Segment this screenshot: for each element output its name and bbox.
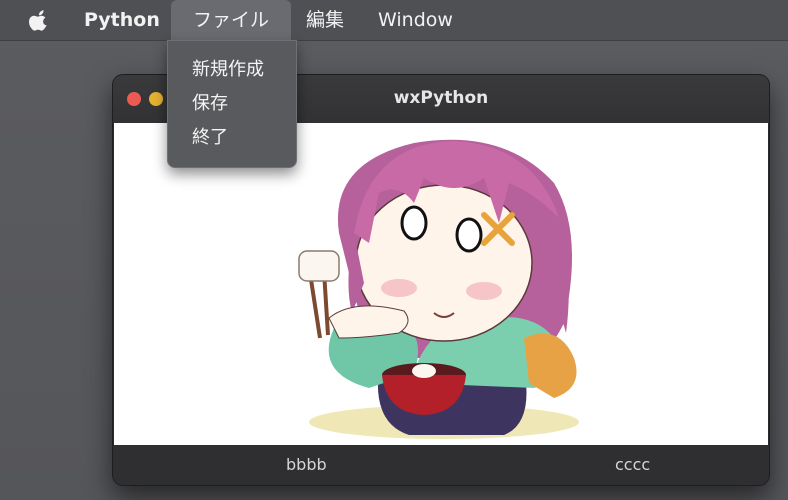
menu-window[interactable]: Window bbox=[378, 0, 453, 40]
status-field-2: cccc bbox=[615, 455, 651, 474]
menu-item-quit[interactable]: 終了 bbox=[192, 127, 228, 149]
file-menu-dropdown: 新規作成 保存 終了 bbox=[167, 40, 297, 168]
menu-edit[interactable]: 編集 bbox=[306, 0, 344, 40]
status-field-1: bbbb bbox=[286, 455, 327, 474]
chibi-girl-illustration bbox=[298, 139, 579, 439]
apple-icon[interactable] bbox=[28, 8, 50, 32]
image-panel bbox=[114, 123, 768, 445]
status-bar: bbbb cccc bbox=[113, 445, 769, 485]
menu-item-new[interactable]: 新規作成 bbox=[192, 59, 264, 81]
menu-item-save[interactable]: 保存 bbox=[192, 93, 228, 115]
menu-file[interactable]: ファイル bbox=[171, 0, 292, 40]
menubar: Python ファイル 編集 Window bbox=[0, 0, 788, 41]
menu-app-python[interactable]: Python bbox=[84, 0, 160, 40]
